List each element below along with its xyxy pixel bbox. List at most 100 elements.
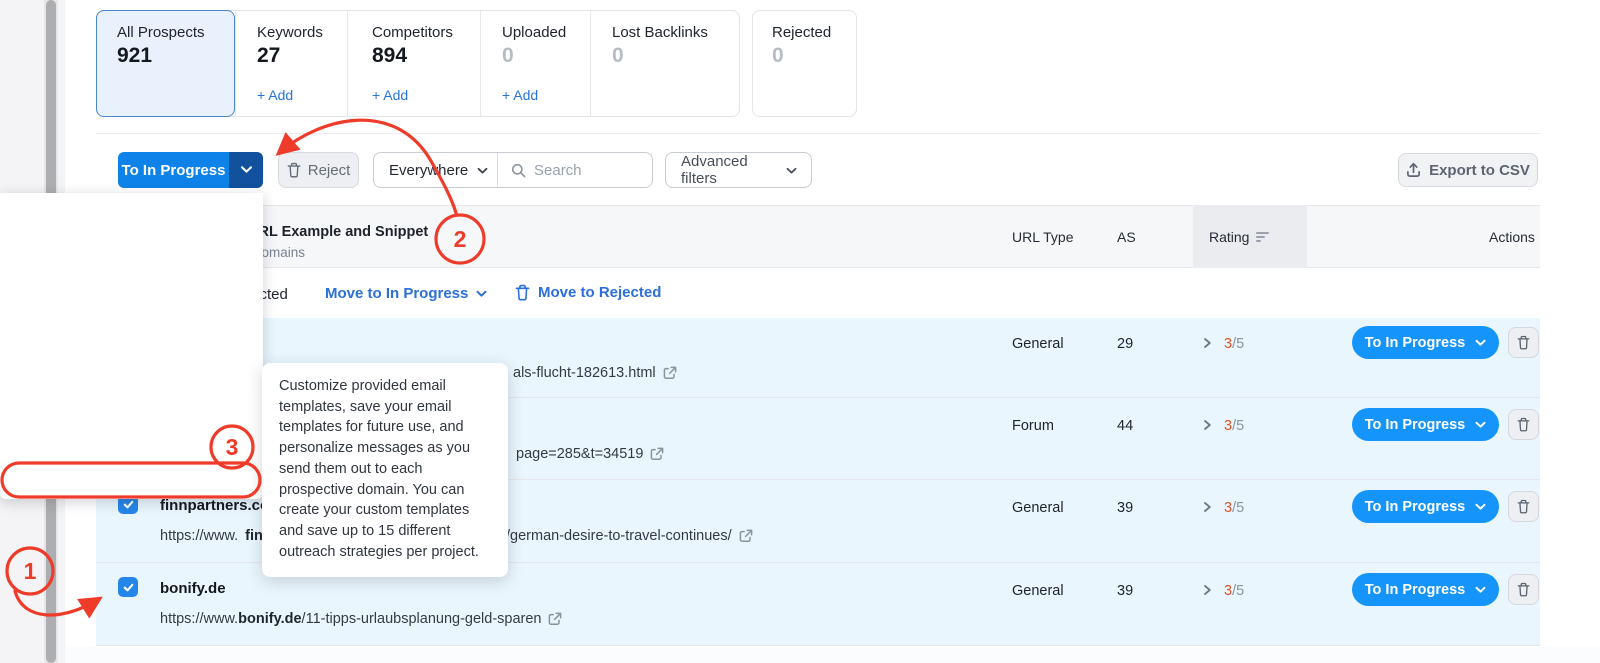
rating-header-label: Rating xyxy=(1209,229,1249,245)
tab-divider xyxy=(590,10,591,117)
row-action-label: To In Progress xyxy=(1365,417,1465,433)
tab-uploaded-label[interactable]: Uploaded xyxy=(502,24,566,41)
rating-value: 3 xyxy=(1224,583,1232,599)
column-header-url-example[interactable]: URL Example and Snippet xyxy=(248,224,428,240)
search-scope-value: Everywhere xyxy=(389,162,468,179)
row-url-text: als-flucht-182613.html xyxy=(513,365,656,381)
chevron-down-icon xyxy=(1475,417,1486,433)
add-competitors-link[interactable]: + Add xyxy=(372,87,408,103)
tab-lost-backlinks-label[interactable]: Lost Backlinks xyxy=(612,24,708,41)
row-url[interactable]: page=285&t=34519 xyxy=(516,446,664,462)
bulk-to-in-progress-button[interactable]: To In Progress xyxy=(118,152,229,188)
sort-descending-icon xyxy=(1256,232,1269,242)
advanced-filters-dropdown[interactable]: Advanced filters xyxy=(665,152,812,188)
expand-rating-icon[interactable] xyxy=(1203,501,1212,513)
advanced-filters-label: Advanced filters xyxy=(681,153,786,187)
row-url-path: /11-tipps-urlaubsplanung-geld-sparen xyxy=(302,611,542,627)
row-url-domain: bonify.de xyxy=(238,611,301,627)
move-to-in-progress-label: Move to In Progress xyxy=(325,285,468,302)
export-to-csv-button[interactable]: Export to CSV xyxy=(1398,153,1538,187)
row-url-suffix[interactable]: /german-desire-to-travel-continues/ xyxy=(506,528,753,544)
row-rating: 3/5 xyxy=(1224,418,1244,434)
next-row-edge xyxy=(65,647,1600,663)
chevron-down-icon xyxy=(1475,499,1486,515)
tab-uploaded-count: 0 xyxy=(502,44,514,68)
tab-all-prospects-label[interactable]: All Prospects xyxy=(117,24,205,41)
search-scope-dropdown[interactable]: Everywhere xyxy=(374,153,498,187)
column-header-actions: Actions xyxy=(1489,229,1535,245)
row-url[interactable]: als-flucht-182613.html xyxy=(513,365,677,381)
search-control: Everywhere Search xyxy=(373,152,653,188)
tab-keywords-count: 27 xyxy=(257,44,280,68)
chevron-down-icon xyxy=(786,162,797,179)
row-domain[interactable]: bonify.de xyxy=(160,580,226,597)
tab-rejected-label[interactable]: Rejected xyxy=(772,24,831,41)
move-to-in-progress-link[interactable]: Move to In Progress xyxy=(325,285,487,302)
column-header-rating[interactable]: Rating xyxy=(1209,229,1269,245)
search-input[interactable]: Search xyxy=(498,162,652,179)
chevron-down-icon xyxy=(1475,582,1486,598)
add-keywords-link[interactable]: + Add xyxy=(257,87,293,103)
search-icon xyxy=(511,163,526,178)
row-action-label: To In Progress xyxy=(1365,335,1465,351)
row-to-in-progress-button[interactable]: To In Progress xyxy=(1352,490,1499,523)
chevron-down-icon xyxy=(1475,335,1486,351)
content-card-top-border xyxy=(96,133,1540,134)
tab-rejected-count: 0 xyxy=(772,44,784,68)
tab-divider xyxy=(235,10,236,117)
export-icon xyxy=(1406,162,1421,178)
tab-competitors-label[interactable]: Competitors xyxy=(372,24,453,41)
bulk-strategy-dropdown-toggle[interactable] xyxy=(229,152,263,188)
row-authority-score: 44 xyxy=(1117,418,1133,434)
row-rating: 3/5 xyxy=(1224,583,1244,599)
rating-max: /5 xyxy=(1232,336,1244,352)
rating-max: /5 xyxy=(1232,500,1244,516)
external-link-icon[interactable] xyxy=(548,612,562,626)
chevron-down-icon xyxy=(240,161,253,179)
outreach-strategy-menu xyxy=(0,193,263,499)
expand-rating-icon[interactable] xyxy=(1203,337,1212,349)
expand-rating-icon[interactable] xyxy=(1203,419,1212,431)
column-header-as[interactable]: AS xyxy=(1117,229,1136,245)
add-uploaded-link[interactable]: + Add xyxy=(502,87,538,103)
rating-value: 3 xyxy=(1224,500,1232,516)
tab-lost-backlinks-count: 0 xyxy=(612,44,624,68)
external-link-icon[interactable] xyxy=(739,529,753,543)
bulk-to-in-progress-label: To In Progress xyxy=(122,162,226,179)
tab-divider xyxy=(347,10,348,117)
tab-all-prospects-count: 921 xyxy=(117,44,152,68)
external-link-icon[interactable] xyxy=(650,447,664,461)
bulk-action-bar xyxy=(96,268,1540,318)
rating-max: /5 xyxy=(1232,418,1244,434)
rating-max: /5 xyxy=(1232,583,1244,599)
move-to-rejected-link[interactable]: Move to Rejected xyxy=(515,284,661,301)
customize-strategies-tooltip: Customize provided email templates, save… xyxy=(262,363,508,577)
row-reject-button[interactable] xyxy=(1508,574,1539,605)
row-checkbox[interactable] xyxy=(118,577,138,597)
row-url-type: General xyxy=(1012,583,1064,599)
row-reject-button[interactable] xyxy=(1508,327,1539,358)
row-reject-button[interactable] xyxy=(1508,409,1539,440)
row-to-in-progress-button[interactable]: To In Progress xyxy=(1352,408,1499,441)
row-authority-score: 29 xyxy=(1117,336,1133,352)
row-url-type: Forum xyxy=(1012,418,1054,434)
tab-keywords-label[interactable]: Keywords xyxy=(257,24,323,41)
row-url-scheme: https://www. xyxy=(160,528,238,544)
external-link-icon[interactable] xyxy=(663,366,677,380)
row-url-scheme: https://www. xyxy=(160,611,238,627)
trash-icon xyxy=(515,284,530,301)
rating-value: 3 xyxy=(1224,336,1232,352)
row-url-type: General xyxy=(1012,500,1064,516)
row-authority-score: 39 xyxy=(1117,500,1133,516)
reject-button[interactable]: Reject xyxy=(278,152,359,188)
row-url-text: page=285&t=34519 xyxy=(516,446,643,462)
row-url[interactable]: https://www.bonify.de/11-tipps-urlaubspl… xyxy=(160,611,562,627)
reject-label: Reject xyxy=(308,162,351,179)
tab-competitors-count: 894 xyxy=(372,44,407,68)
row-to-in-progress-button[interactable]: To In Progress xyxy=(1352,573,1499,606)
row-to-in-progress-button[interactable]: To In Progress xyxy=(1352,326,1499,359)
expand-rating-icon[interactable] xyxy=(1203,584,1212,596)
row-reject-button[interactable] xyxy=(1508,491,1539,522)
column-header-url-type[interactable]: URL Type xyxy=(1012,229,1073,245)
row-rating: 3/5 xyxy=(1224,336,1244,352)
